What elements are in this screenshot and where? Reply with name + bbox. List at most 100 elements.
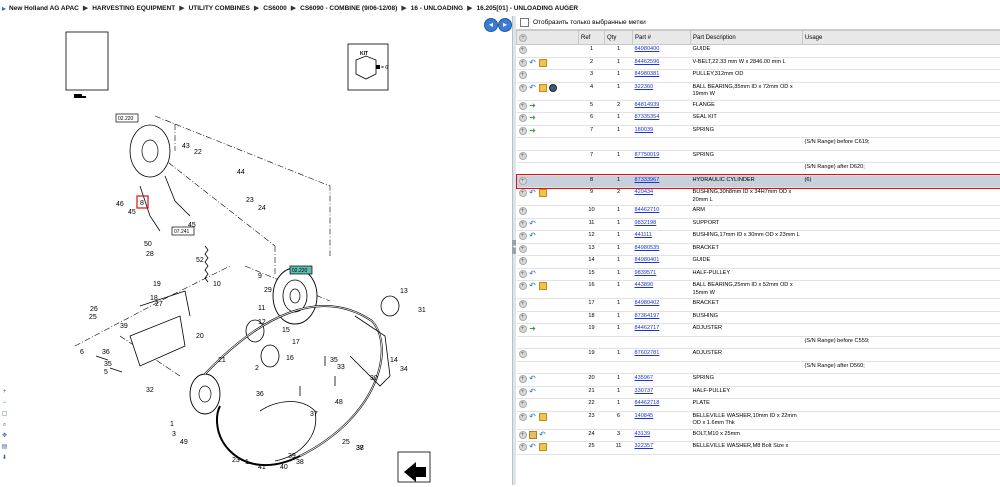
package-icon[interactable]	[539, 84, 547, 92]
add-to-cart-icon[interactable]: +	[519, 400, 527, 408]
reference-number[interactable]: 23	[246, 197, 254, 204]
add-to-cart-icon[interactable]: +	[519, 270, 527, 278]
reference-number[interactable]: 43	[182, 143, 190, 150]
table-row[interactable]: +17184980402BRACKET	[517, 299, 1000, 312]
reference-number[interactable]: 14	[390, 357, 398, 364]
reference-number[interactable]: 33	[337, 364, 345, 371]
download-icon[interactable]: ⬇	[1, 455, 8, 462]
add-to-cart-icon[interactable]: +	[519, 257, 527, 265]
reference-number[interactable]: 10	[213, 281, 221, 288]
part-number-link[interactable]: 84462717	[635, 325, 660, 331]
table-row[interactable]: (S/N Range) after D560;	[517, 361, 1000, 374]
add-to-cart-icon[interactable]: +	[519, 282, 527, 290]
table-row[interactable]: +13184980535BRACKET	[517, 243, 1000, 256]
reference-number[interactable]: 5	[104, 369, 108, 376]
package-icon[interactable]	[539, 189, 547, 197]
reference-number[interactable]: 20	[196, 333, 204, 340]
reference-number[interactable]: 29	[264, 287, 272, 294]
reference-number[interactable]: 34	[400, 366, 408, 373]
part-number-link[interactable]: 84980401	[635, 257, 660, 263]
add-to-cart-icon[interactable]: +	[519, 84, 527, 92]
reference-number[interactable]: 3	[172, 431, 176, 438]
add-to-cart-icon[interactable]: +	[519, 300, 527, 308]
add-to-cart-icon[interactable]: +	[519, 325, 527, 333]
reference-number[interactable]: 50	[144, 241, 152, 248]
add-to-cart-icon[interactable]: +	[519, 245, 527, 253]
substitute-icon[interactable]: ↶	[529, 413, 537, 421]
package-icon[interactable]	[539, 413, 547, 421]
breadcrumb-item[interactable]: 16.205[01] - UNLOADING AUGER	[476, 5, 578, 12]
table-row-selected[interactable]: +8187333967HYDRAULIC CYLINDER(6)	[517, 175, 1000, 188]
part-number-link[interactable]: 443890	[635, 282, 654, 288]
add-to-cart-icon[interactable]: +	[519, 59, 527, 67]
reference-number[interactable]: 52	[196, 257, 204, 264]
table-row[interactable]: +↶201435967SPRING	[517, 374, 1000, 387]
reference-number[interactable]: 31	[418, 307, 426, 314]
part-number-link[interactable]: 84814939	[635, 102, 660, 108]
add-to-cart-icon[interactable]: +	[519, 177, 527, 185]
table-row[interactable]: +➜71180039SPRING	[517, 125, 1000, 138]
col-usage[interactable]: Usage	[803, 31, 1000, 45]
add-to-cart-icon[interactable]: +	[519, 431, 527, 439]
table-row[interactable]: +22184462718PLATE	[517, 399, 1000, 412]
col-part-number[interactable]: Part #	[633, 31, 691, 45]
add-to-cart-icon[interactable]: +	[519, 207, 527, 215]
home-icon[interactable]: ▸	[2, 4, 6, 13]
table-row[interactable]: +↶24343139BOLT,M10 x 25mm	[517, 429, 1000, 442]
reference-number[interactable]: 27	[155, 301, 163, 308]
zoom-out-icon[interactable]: −	[1, 400, 8, 407]
table-row[interactable]: +↶1119832198SUPPORT	[517, 218, 1000, 231]
table-row[interactable]: +10184462710ARM	[517, 206, 1000, 219]
reference-number[interactable]: 46	[116, 201, 124, 208]
document-icon[interactable]	[529, 431, 537, 439]
part-number-link[interactable]: 84462718	[635, 400, 660, 406]
replacement-arrow-icon[interactable]: ➜	[529, 127, 537, 135]
table-row[interactable]: +↶1519839571HALF-PULLEY	[517, 268, 1000, 281]
substitute-icon[interactable]: ↶	[529, 443, 537, 451]
part-number-link[interactable]: 84462710	[635, 207, 660, 213]
reference-number[interactable]: 25	[89, 314, 97, 321]
reference-number[interactable]: 48	[335, 399, 343, 406]
reference-number[interactable]: 24	[258, 205, 266, 212]
table-row[interactable]: +➜6187335354SEAL KIT	[517, 113, 1000, 126]
reference-number[interactable]: 17	[292, 339, 300, 346]
back-nav-icon[interactable]: ◂	[484, 18, 498, 32]
reference-number[interactable]: 45	[188, 222, 196, 229]
zoom-in-icon[interactable]: +	[1, 389, 8, 396]
reference-number[interactable]: 12	[258, 319, 266, 326]
part-number-link[interactable]: 441111	[635, 232, 652, 238]
part-number-link[interactable]: 180039	[635, 127, 654, 133]
table-row[interactable]: +↶211330737HALF-PULLEY	[517, 386, 1000, 399]
package-icon[interactable]	[539, 59, 547, 67]
part-number-link[interactable]: 330737	[635, 388, 654, 394]
part-number-link[interactable]: 140845	[635, 413, 654, 419]
zoom-fit-icon[interactable]: ▢	[1, 411, 8, 418]
add-to-cart-icon[interactable]: +	[519, 220, 527, 228]
part-number-link[interactable]: 84980535	[635, 245, 660, 251]
add-to-cart-icon[interactable]: +	[519, 443, 527, 451]
add-to-cart-icon[interactable]: +	[519, 114, 527, 122]
part-number-link[interactable]: 87602781	[635, 350, 660, 356]
col-description[interactable]: Part Description	[691, 31, 803, 45]
reference-number[interactable]: 2	[255, 365, 259, 372]
reference-number[interactable]: 19	[153, 281, 161, 288]
add-to-cart-icon[interactable]: +	[519, 375, 527, 383]
table-row[interactable]: +↶2184462596V-BELT,22.33 mm W x 2846.00 …	[517, 57, 1000, 70]
col-ref[interactable]: Ref	[579, 31, 605, 45]
table-row[interactable]: +7187750019SPRING	[517, 150, 1000, 163]
add-to-cart-icon[interactable]: +	[519, 350, 527, 358]
substitute-icon[interactable]: ↶	[529, 220, 537, 228]
substitute-icon[interactable]: ↶	[529, 282, 537, 290]
reference-number[interactable]: 25	[342, 439, 350, 446]
replacement-arrow-icon[interactable]: ➜	[529, 114, 537, 122]
reference-number[interactable]: 30	[370, 375, 378, 382]
reference-number[interactable]: 8	[140, 200, 144, 207]
col-qty[interactable]: Qty	[605, 31, 633, 45]
reference-number[interactable]: 37	[356, 445, 364, 452]
reference-number[interactable]: 6	[80, 349, 84, 356]
substitute-icon[interactable]: ↶	[529, 84, 537, 92]
part-number-link[interactable]: 87364197	[635, 313, 660, 319]
reference-number[interactable]: 13	[400, 288, 408, 295]
breadcrumb-item[interactable]: 16 - UNLOADING	[411, 5, 463, 12]
breadcrumb-item[interactable]: HARVESTING EQUIPMENT	[92, 5, 175, 12]
